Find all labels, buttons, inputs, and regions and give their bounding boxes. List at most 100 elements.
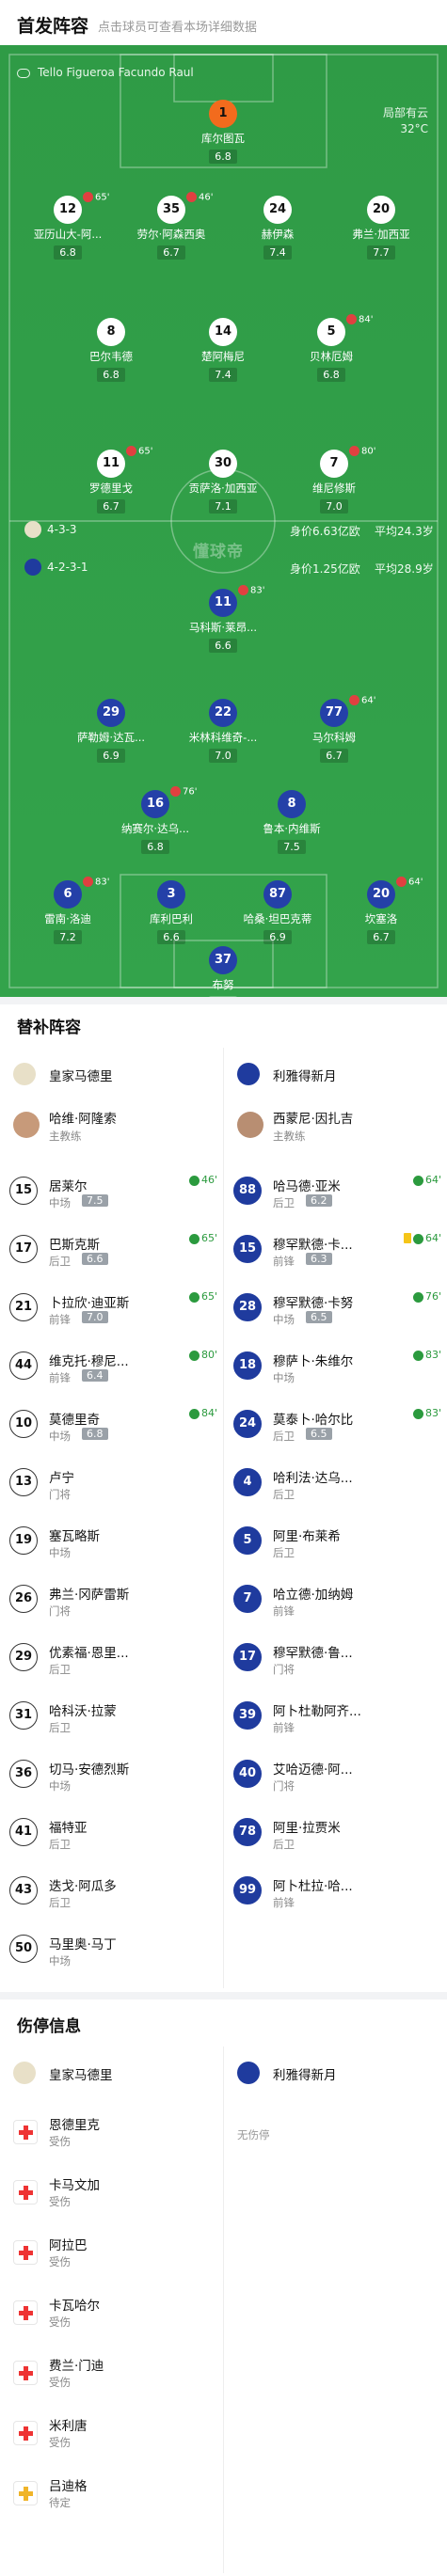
player-name: 哈科沃·拉蒙 [49,1704,117,1719]
subs-home-team: 皇家马德里 [0,1048,223,1100]
player-name: 切马·安德烈斯 [49,1762,130,1778]
substitute-row[interactable]: 50 马里奥·马丁 中场 [0,1922,223,1981]
jersey-number: 12 [54,196,82,224]
player-name: 巴尔韦德 [89,350,133,363]
substitution-icon [186,192,197,202]
substitute-row[interactable]: 44 维克托·穆尼... 前锋 6.4 80' [0,1339,223,1398]
substitute-row[interactable]: 5 阿里·布莱希 后卫 [224,1514,447,1572]
substitute-row[interactable]: 10 莫德里奇 中场 6.8 84' [0,1398,223,1456]
player-name: 萨勒姆·达瓦... [76,731,146,744]
substitute-row[interactable]: 41 福特亚 后卫 [0,1806,223,1864]
substitute-row[interactable]: 29 优素福·恩里... 后卫 [0,1631,223,1689]
player-name: 卡马文加 [49,2178,100,2193]
player-position: 中场 [49,1196,71,1209]
home-coach[interactable]: 哈维·阿隆索 主教练 [0,1102,223,1161]
home-player[interactable]: 7 维尼修斯 7.0 80' [296,446,375,514]
substitute-row[interactable]: 99 阿卜杜拉·哈... 前锋 [224,1864,447,1922]
jersey-number: 31 [9,1701,38,1730]
jersey-number: 99 [233,1876,262,1904]
injury-row[interactable]: 米利唐 受伤 [0,2404,223,2462]
substitute-row[interactable]: 40 艾哈迈德·阿... 门将 [224,1747,447,1806]
player-name: 贡萨洛·加西亚 [188,482,258,495]
substitute-row[interactable]: 31 哈科沃·拉蒙 后卫 [0,1689,223,1747]
away-player[interactable]: 3 库利巴利 6.6 [134,880,209,944]
substitute-row[interactable]: 17 穆罕默德·鲁... 门将 [224,1631,447,1689]
away-player[interactable]: 87 哈桑·坦巴克蒂 6.9 [240,880,315,944]
substitute-row[interactable]: 28 穆罕默德·卡努 中场 6.5 76' [224,1281,447,1339]
substitute-row[interactable]: 19 塞瓦略斯 中场 [0,1514,223,1572]
substitute-row[interactable]: 7 哈立德·加纳姆 前锋 [224,1572,447,1631]
medical-cross-icon [13,2481,38,2505]
home-player[interactable]: 5 贝林厄姆 6.8 84' [294,314,373,382]
player-name: 纳赛尔·达乌... [120,822,190,835]
player-rating: 7.2 [54,930,82,944]
away-coach[interactable]: 西蒙尼·因扎吉 主教练 [224,1102,447,1161]
substitute-row[interactable]: 13 卢宁 门将 [0,1456,223,1514]
sub-in-minute: 64' [412,1174,441,1186]
substitute-row[interactable]: 36 切马·安德烈斯 中场 [0,1747,223,1806]
substitute-row[interactable]: 26 弗兰·冈萨雷斯 门将 [0,1572,223,1631]
substitute-row[interactable]: 43 迭戈·阿瓜多 后卫 [0,1864,223,1922]
jersey-number: 5 [317,318,345,346]
weather: 局部有云 32°C [382,106,428,135]
sub-minute: 65' [138,446,153,457]
substitute-row[interactable]: 15 穆罕默德·卡... 前锋 6.3 64' [224,1223,447,1281]
substitute-row[interactable]: 18 穆萨卜·朱维尔 中场 83' [224,1339,447,1398]
home-player[interactable]: 1 库尔图瓦 6.8 [185,100,261,164]
player-name: 雷南·洛迪 [44,912,91,925]
player-name: 穆罕默德·卡... [273,1238,353,1253]
home-player[interactable]: 11 罗德里戈 6.7 65' [73,446,153,514]
home-player[interactable]: 14 楚阿梅尼 7.4 [185,318,261,382]
jersey-number: 11 [209,589,237,617]
player-name: 艾哈迈德·阿... [273,1762,353,1778]
injury-row[interactable]: 费兰·门迪 受伤 [0,2344,223,2402]
substitute-row[interactable]: 15 居莱尔 中场 7.5 46' [0,1164,223,1223]
jersey-number: 14 [209,318,237,346]
substitute-row[interactable]: 17 巴斯克斯 后卫 6.6 65' [0,1223,223,1281]
away-player[interactable]: 29 萨勒姆·达瓦... 6.9 [73,699,149,763]
substitute-row[interactable]: 4 哈利法·达乌... 后卫 [224,1456,447,1514]
substitute-row[interactable]: 88 哈马德·亚米 后卫 6.2 64' [224,1164,447,1223]
player-position: 中场 [273,1371,295,1384]
home-player[interactable]: 35 劳尔·阿森西奥 6.7 46' [134,192,213,260]
away-player[interactable]: 22 米林科维奇-... 7.0 [185,699,261,763]
away-player[interactable]: 77 马尔科姆 6.7 64' [296,695,375,763]
substitute-row[interactable]: 39 阿卜杜勒阿齐... 前锋 [224,1689,447,1747]
substitute-row[interactable]: 78 阿里·拉贾米 后卫 [224,1806,447,1864]
jersey-number: 10 [9,1410,38,1438]
away-player[interactable]: 37 布努 8.3 [185,946,261,997]
substitute-row[interactable]: 21 卜拉欣·迪亚斯 前锋 7.0 65' [0,1281,223,1339]
jersey-number: 13 [9,1468,38,1496]
injury-row[interactable]: 恩德里克 受伤 [0,2103,223,2161]
away-player[interactable]: 6 雷南·洛迪 7.2 83' [30,877,109,944]
subs-away-team: 利雅得新月 [224,1048,447,1100]
player-position: 后卫 [273,1838,295,1851]
jersey-number: 19 [9,1526,38,1555]
al-hilal-logo-icon [237,2062,260,2084]
injury-row[interactable]: 阿拉巴 受伤 [0,2223,223,2282]
jersey-number: 22 [209,699,237,727]
injury-row[interactable]: 卡瓦哈尔 受伤 [0,2284,223,2342]
player-rating: 6.8 [141,840,169,854]
substitution-indicator: 83' [238,585,264,596]
jersey-number: 29 [9,1643,38,1671]
player-rating: 6.9 [263,930,292,944]
home-player[interactable]: 20 弗兰·加西亚 7.7 [343,196,419,260]
home-player[interactable]: 8 巴尔韦德 6.8 [73,318,149,382]
substitute-row[interactable]: 24 莫泰卜·哈尔比 后卫 6.5 83' [224,1398,447,1456]
home-player[interactable]: 24 赫伊森 7.4 [240,196,315,260]
home-player[interactable]: 30 贡萨洛·加西亚 7.1 [185,450,261,514]
minute: 65' [200,1232,217,1244]
player-rating: 6.8 [317,368,345,382]
away-player[interactable]: 20 坎塞洛 6.7 64' [343,877,423,944]
away-player[interactable]: 11 马科斯·莱昂... 6.6 83' [185,585,264,653]
home-player[interactable]: 12 亚历山大-阿... 6.8 65' [30,192,109,260]
away-player[interactable]: 16 纳赛尔·达乌... 6.8 76' [118,786,197,854]
away-player[interactable]: 8 鲁本·内维斯 7.5 [254,790,329,854]
injury-row[interactable]: 卡马文加 受伤 [0,2163,223,2221]
player-rating: 6.4 [82,1369,108,1382]
sub-in-minute: 83' [412,1349,441,1361]
jersey-number: 78 [233,1818,262,1846]
injury-row[interactable]: 吕迪格 待定 [0,2464,223,2522]
sub-in-minute: 83' [412,1407,441,1419]
